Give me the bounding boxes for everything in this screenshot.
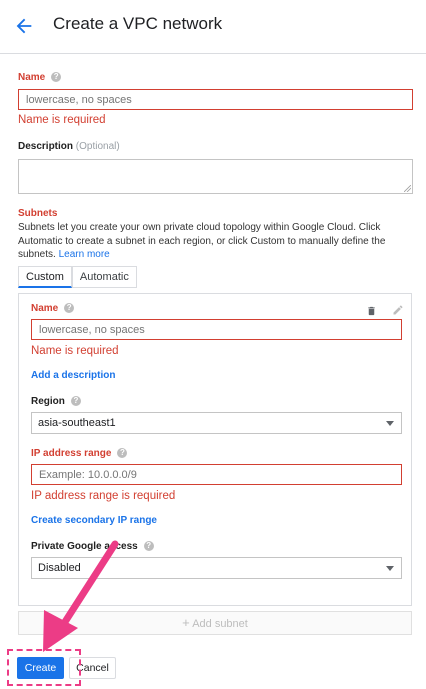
subnet-name-error: Name is required — [31, 345, 119, 357]
name-label: Name? — [18, 72, 62, 83]
subnet-name-label-text: Name — [31, 303, 59, 314]
ip-range-error: IP address range is required — [31, 490, 176, 502]
region-label-text: Region — [31, 396, 65, 407]
ip-range-label-text: IP address range — [31, 448, 112, 459]
name-label-text: Name — [18, 72, 46, 83]
private-google-access-select[interactable]: Disabled — [31, 557, 402, 579]
chevron-down-icon — [386, 566, 394, 571]
secondary-ip-link[interactable]: Create secondary IP range — [31, 515, 157, 526]
page-header: Create a VPC network — [0, 0, 426, 54]
description-label: Description (Optional) — [18, 141, 120, 152]
ip-range-input[interactable] — [31, 464, 402, 485]
subnets-label: Subnets — [18, 208, 58, 219]
subnet-mode-tabs: Custom Automatic — [18, 266, 137, 288]
learn-more-link[interactable]: Learn more — [59, 249, 110, 260]
pga-label-text: Private Google access — [31, 541, 138, 552]
optional-hint: (Optional) — [75, 141, 120, 152]
help-icon[interactable]: ? — [51, 72, 62, 82]
tab-custom[interactable]: Custom — [18, 266, 72, 288]
private-google-access-label: Private Google access? — [31, 541, 154, 552]
tab-automatic[interactable]: Automatic — [71, 266, 137, 288]
description-textarea[interactable] — [18, 159, 413, 194]
pga-value: Disabled — [38, 562, 81, 574]
region-label: Region? — [31, 396, 81, 407]
subnet-panel: Name? Name is required Add a description… — [18, 293, 412, 606]
add-subnet-label: Add subnet — [192, 618, 248, 630]
trash-icon[interactable] — [366, 305, 377, 317]
name-error: Name is required — [18, 114, 106, 126]
help-icon[interactable]: ? — [117, 448, 128, 458]
help-icon[interactable]: ? — [143, 541, 154, 551]
chevron-down-icon — [386, 421, 394, 426]
help-icon[interactable]: ? — [64, 303, 75, 313]
resize-handle-icon[interactable] — [404, 185, 411, 192]
plus-icon: + — [182, 615, 190, 630]
add-description-link[interactable]: Add a description — [31, 370, 115, 381]
ip-range-label: IP address range? — [31, 448, 128, 459]
subnets-description: Subnets let you create your own private … — [18, 221, 413, 262]
page-title: Create a VPC network — [53, 14, 223, 33]
help-icon[interactable]: ? — [70, 396, 81, 406]
add-subnet-button[interactable]: + Add subnet — [18, 611, 412, 635]
description-label-text: Description — [18, 141, 74, 152]
highlight-box — [7, 649, 81, 686]
region-value: asia-southeast1 — [38, 417, 116, 429]
subnet-name-label: Name? — [31, 303, 75, 314]
name-input[interactable] — [18, 89, 413, 110]
region-select[interactable]: asia-southeast1 — [31, 412, 402, 434]
subnet-name-input[interactable] — [31, 319, 402, 340]
edit-pencil-icon[interactable] — [392, 304, 404, 316]
arrow-left-icon[interactable] — [13, 15, 35, 37]
